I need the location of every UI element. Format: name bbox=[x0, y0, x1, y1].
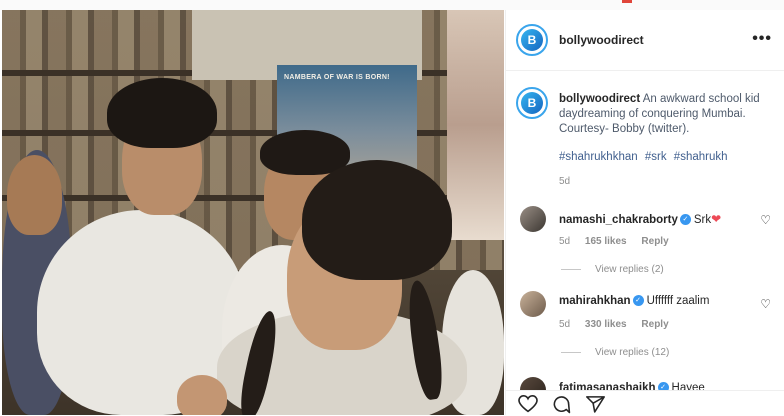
comment-body: Hayee bbox=[671, 382, 705, 390]
caption-avatar-logo: B bbox=[521, 92, 543, 114]
commenter-avatar[interactable] bbox=[520, 206, 546, 232]
shelf-divider bbox=[2, 130, 504, 136]
hashtag-link[interactable]: #srk bbox=[645, 151, 667, 163]
reply-button[interactable]: Reply bbox=[641, 319, 668, 330]
post-username[interactable]: bollywoodirect bbox=[559, 33, 644, 47]
post-photo[interactable]: NAMBERA OF WAR IS BORN! bbox=[2, 10, 504, 415]
heart-outline-icon[interactable] bbox=[518, 395, 538, 413]
comment-like-icon[interactable]: ♡ bbox=[760, 213, 771, 227]
caption-avatar[interactable]: B bbox=[516, 87, 548, 119]
post-action-bar bbox=[506, 390, 784, 416]
hashtag-link[interactable]: #shahrukhkhan bbox=[559, 151, 638, 163]
verified-badge-icon: ✓ bbox=[657, 382, 669, 390]
comment-username[interactable]: mahirahkhan bbox=[559, 295, 631, 307]
post-side-panel: B bollywoodirect ••• B bollywoodirect An… bbox=[505, 10, 784, 416]
view-replies-label: View replies (2) bbox=[595, 264, 664, 275]
comment-like-icon[interactable]: ♡ bbox=[760, 297, 771, 311]
comment-meta: 5d 330 likes Reply bbox=[559, 319, 681, 330]
comment-text: namashi_chakraborty ✓ Srk❤ bbox=[559, 212, 721, 226]
commenter-avatar[interactable] bbox=[520, 291, 546, 317]
paper-plane-icon[interactable] bbox=[586, 395, 605, 413]
comment-likes[interactable]: 165 likes bbox=[585, 236, 627, 247]
verified-badge-icon: ✓ bbox=[679, 214, 691, 226]
avatar-logo: B bbox=[521, 29, 543, 51]
post-header: B bollywoodirect ••• bbox=[506, 10, 784, 71]
comment-time[interactable]: 5d bbox=[559, 319, 570, 330]
poster-text: NAMBERA OF WAR IS BORN! bbox=[284, 74, 390, 81]
comment-username[interactable]: namashi_chakraborty bbox=[559, 214, 678, 226]
more-options-icon[interactable]: ••• bbox=[752, 30, 772, 48]
verified-badge-icon: ✓ bbox=[632, 295, 644, 307]
caption-timestamp[interactable]: 5d bbox=[559, 176, 570, 187]
post-caption: bollywoodirect An awkward school kid day… bbox=[559, 92, 773, 137]
left-man-face bbox=[7, 155, 62, 235]
hand bbox=[177, 375, 227, 415]
browser-top-strip bbox=[0, 0, 784, 10]
reply-button[interactable]: Reply bbox=[641, 236, 668, 247]
comment-bubble-icon[interactable] bbox=[552, 395, 571, 414]
wind-chimes bbox=[447, 10, 504, 240]
comment-body: Uffffff zaalim bbox=[646, 295, 710, 307]
comment-text: mahirahkhan ✓ Uffffff zaalim bbox=[559, 295, 709, 307]
view-replies-label: View replies (12) bbox=[595, 347, 670, 358]
top-accent-mark bbox=[622, 0, 632, 3]
boy-hair bbox=[107, 78, 217, 148]
comment-likes[interactable]: 330 likes bbox=[585, 319, 627, 330]
view-replies-button[interactable]: View replies (2) bbox=[561, 264, 664, 275]
replies-divider bbox=[561, 351, 581, 353]
comment-body: Srk bbox=[693, 214, 712, 226]
comment-item: fatimasanashaikh ✓ Hayee bbox=[506, 375, 784, 390]
avatar[interactable]: B bbox=[516, 24, 548, 56]
view-replies-button[interactable]: View replies (12) bbox=[561, 347, 669, 358]
comment-text: fatimasanashaikh ✓ Hayee bbox=[559, 382, 705, 390]
commenter-avatar[interactable] bbox=[520, 377, 546, 390]
comment-time[interactable]: 5d bbox=[559, 236, 570, 247]
comment-username[interactable]: fatimasanashaikh bbox=[559, 382, 656, 390]
replies-divider bbox=[561, 268, 581, 270]
caption-username[interactable]: bollywoodirect bbox=[559, 93, 640, 105]
hashtags: #shahrukhkhan #srk #shahrukh bbox=[559, 151, 732, 163]
girl-front-hair bbox=[302, 160, 452, 280]
comment-meta: 5d 165 likes Reply bbox=[559, 236, 681, 247]
red-heart-emoji-icon: ❤ bbox=[711, 212, 722, 226]
hashtag-link[interactable]: #shahrukh bbox=[674, 151, 728, 163]
